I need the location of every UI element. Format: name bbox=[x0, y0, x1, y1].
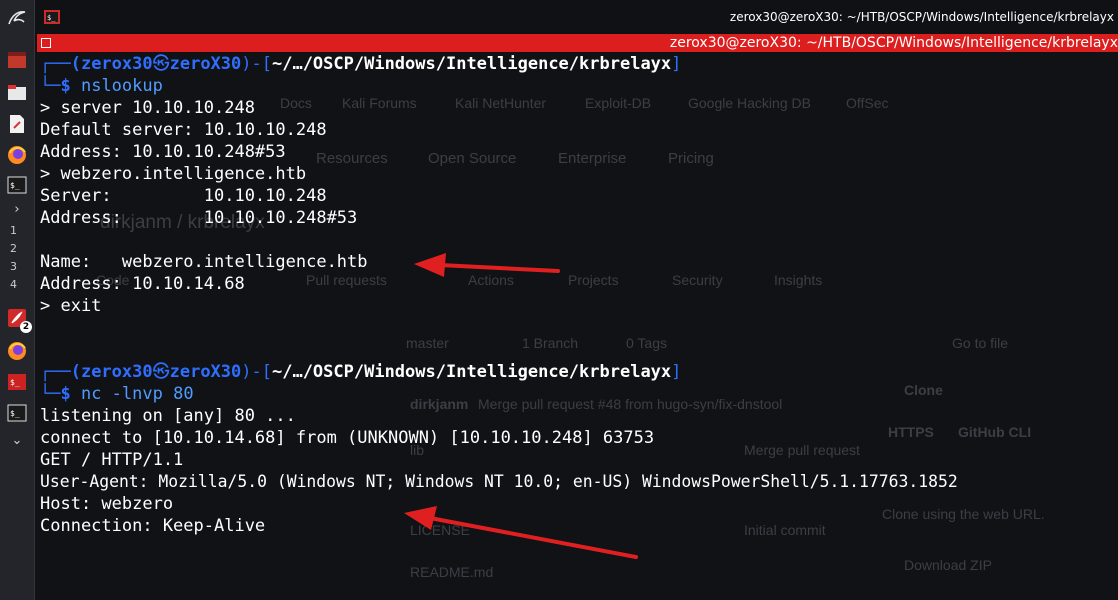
arrow-to-name bbox=[414, 253, 560, 277]
annotation-arrows bbox=[404, 253, 638, 559]
arrow-to-host bbox=[404, 506, 638, 559]
